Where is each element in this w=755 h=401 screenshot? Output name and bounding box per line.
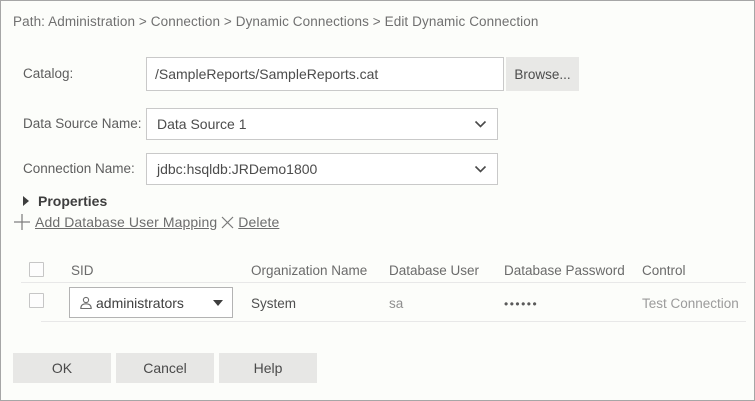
column-header-database-password: Database Password [504,263,625,278]
delete-icon[interactable] [220,215,235,230]
chevron-down-icon [474,120,487,129]
delete-link[interactable]: Delete [238,214,279,230]
browse-button[interactable]: Browse... [506,57,579,91]
user-icon [79,296,93,310]
connection-name-selected-value: jdbc:hsqldb:JRDemo1800 [157,161,318,177]
chevron-down-icon [474,165,487,174]
triangle-right-icon [23,196,29,206]
help-button[interactable]: Help [219,353,317,383]
column-header-database-user: Database User [389,263,480,278]
database-user-cell: sa [389,296,404,311]
column-header-control: Control [642,263,686,278]
mapping-toolbar: Add Database User Mapping Delete [13,213,279,231]
header-divider [21,282,746,283]
ok-button[interactable]: OK [13,353,111,383]
data-source-selected-value: Data Source 1 [157,116,247,132]
connection-name-select[interactable]: jdbc:hsqldb:JRDemo1800 [146,153,498,185]
add-icon[interactable] [13,213,31,231]
sid-dropdown[interactable]: administrators [69,287,233,318]
breadcrumb: Path: Administration > Connection > Dyna… [13,14,539,29]
catalog-label: Catalog: [23,66,74,81]
column-header-organization-name: Organization Name [251,263,368,278]
row-divider [41,321,746,322]
cancel-button[interactable]: Cancel [116,353,214,383]
row-select-checkbox[interactable] [29,293,44,308]
test-connection-link[interactable]: Test Connection [642,296,739,311]
organization-name-cell: System [251,296,297,311]
dropdown-arrow-icon [213,299,223,306]
properties-section-toggle[interactable]: Properties [23,193,107,209]
connection-name-label: Connection Name: [23,161,135,176]
edit-dynamic-connection-page: Path: Administration > Connection > Dyna… [0,0,755,401]
select-all-checkbox[interactable] [29,262,44,277]
data-source-select[interactable]: Data Source 1 [146,108,498,140]
properties-label: Properties [38,193,108,209]
add-database-user-mapping-link[interactable]: Add Database User Mapping [35,214,217,230]
data-source-name-label: Data Source Name: [23,116,142,131]
column-header-sid: SID [71,263,94,278]
catalog-input[interactable] [146,57,504,91]
sid-value: administrators [96,294,184,311]
database-password-cell: •••••• [504,297,539,311]
